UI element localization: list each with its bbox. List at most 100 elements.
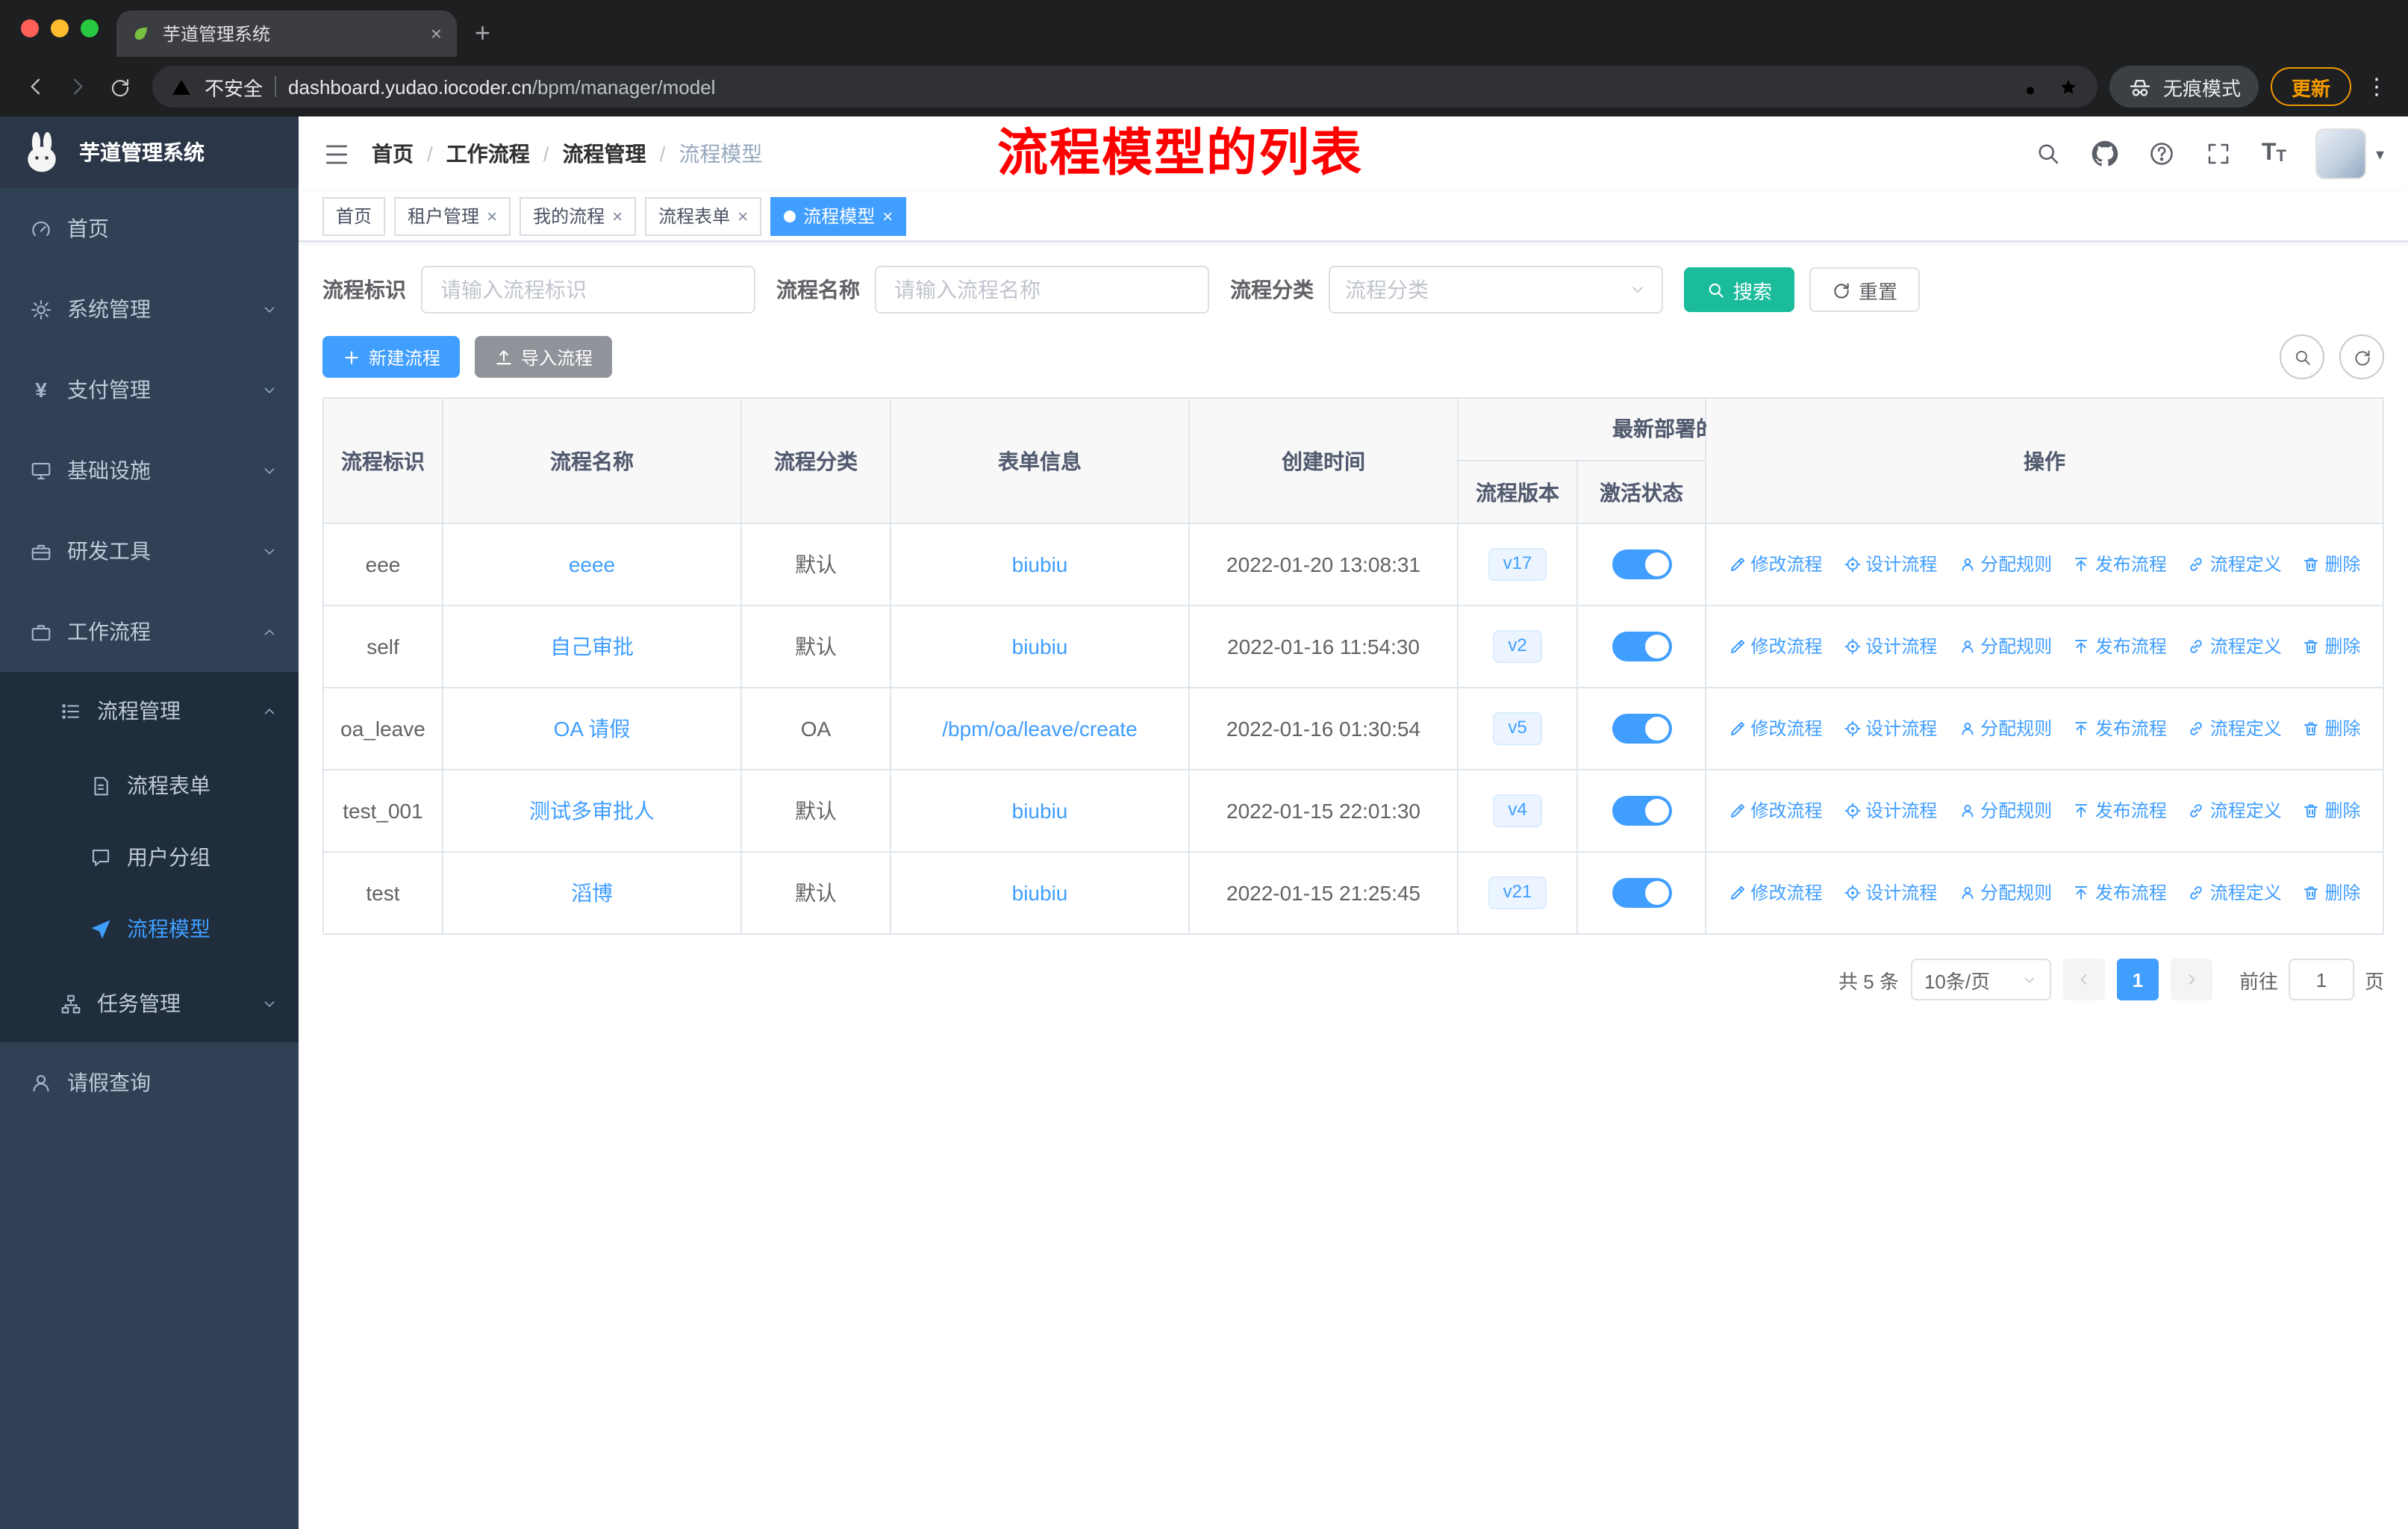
form-link[interactable]: biubiu [1012, 881, 1068, 905]
action-assign[interactable]: 分配规则 [1958, 634, 2052, 659]
tab-close-icon[interactable]: × [431, 22, 442, 45]
action-assign[interactable]: 分配规则 [1958, 552, 2052, 577]
forward-button[interactable] [57, 66, 99, 108]
back-button[interactable] [15, 66, 57, 108]
action-assign[interactable]: 分配规则 [1958, 716, 2052, 741]
action-edit[interactable]: 修改流程 [1728, 552, 1822, 577]
action-publish[interactable]: 发布流程 [2073, 634, 2167, 659]
tag-tenant[interactable]: 租户管理 × [394, 196, 511, 235]
browser-menu-button[interactable]: ⋮ [2360, 73, 2393, 100]
search-icon[interactable] [2035, 140, 2062, 167]
sidebar-item-task-mgmt[interactable]: 任务管理 [0, 965, 299, 1042]
key-icon[interactable] [2023, 75, 2045, 98]
tag-home[interactable]: 首页 [322, 196, 386, 235]
active-toggle[interactable] [1612, 549, 1671, 579]
process-name-link[interactable]: 测试多审批人 [529, 799, 655, 823]
reset-button[interactable]: 重置 [1809, 267, 1921, 312]
process-name-input[interactable] [875, 266, 1209, 314]
fullscreen-icon[interactable] [2205, 140, 2232, 167]
action-edit[interactable]: 修改流程 [1728, 716, 1822, 741]
refresh-table-button[interactable] [2339, 334, 2384, 379]
form-link[interactable]: biubiu [1012, 799, 1068, 823]
tag-my-process[interactable]: 我的流程 × [520, 196, 637, 235]
action-delete[interactable]: 删除 [2303, 552, 2361, 577]
tag-close-icon[interactable]: × [737, 205, 748, 226]
sidebar-item-home[interactable]: 首页 [0, 188, 299, 269]
help-icon[interactable] [2148, 140, 2175, 167]
hamburger-icon[interactable] [322, 140, 351, 168]
update-browser-button[interactable]: 更新 [2270, 67, 2351, 106]
page-size-select[interactable]: 10条/页 [1910, 959, 2051, 1000]
action-delete[interactable]: 删除 [2303, 634, 2361, 659]
action-design[interactable]: 设计流程 [1843, 798, 1937, 823]
address-bar[interactable]: 不安全 dashboard.yudao.iocoder.cn/bpm/manag… [152, 66, 2097, 108]
tag-close-icon[interactable]: × [882, 205, 893, 226]
next-page-button[interactable] [2170, 959, 2212, 1000]
action-definition[interactable]: 流程定义 [2188, 552, 2282, 577]
import-process-button[interactable]: 导入流程 [475, 336, 613, 378]
reload-button[interactable] [99, 66, 140, 108]
sidebar-item-leave-query[interactable]: 请假查询 [0, 1042, 299, 1123]
form-link[interactable]: biubiu [1012, 552, 1068, 576]
action-design[interactable]: 设计流程 [1843, 552, 1937, 577]
toggle-search-button[interactable] [2280, 334, 2324, 379]
action-design[interactable]: 设计流程 [1843, 716, 1937, 741]
bookmark-star-icon[interactable] [2057, 75, 2080, 98]
active-toggle[interactable] [1612, 796, 1671, 826]
action-publish[interactable]: 发布流程 [2073, 798, 2167, 823]
prev-page-button[interactable] [2062, 959, 2105, 1000]
tag-process-form[interactable]: 流程表单 × [645, 196, 762, 235]
process-id-input[interactable] [421, 266, 755, 314]
sidebar-item-process-mgmt[interactable]: 流程管理 [0, 672, 299, 750]
action-edit[interactable]: 修改流程 [1728, 798, 1822, 823]
maximize-window-button[interactable] [81, 19, 99, 37]
sidebar-item-infra[interactable]: 基础设施 [0, 430, 299, 511]
action-publish[interactable]: 发布流程 [2073, 880, 2167, 906]
active-toggle[interactable] [1612, 714, 1671, 744]
process-name-link[interactable]: 滔博 [571, 881, 613, 905]
action-design[interactable]: 设计流程 [1843, 634, 1937, 659]
action-definition[interactable]: 流程定义 [2188, 634, 2282, 659]
breadcrumb-item[interactable]: 工作流程 [446, 139, 530, 169]
browser-tab[interactable]: 芋道管理系统 × [116, 10, 457, 57]
action-delete[interactable]: 删除 [2303, 798, 2361, 823]
action-edit[interactable]: 修改流程 [1728, 634, 1822, 659]
sidebar-item-payment[interactable]: ¥ 支付管理 [0, 349, 299, 430]
action-design[interactable]: 设计流程 [1843, 880, 1937, 906]
tag-close-icon[interactable]: × [487, 205, 497, 226]
new-tab-button[interactable]: + [475, 19, 490, 46]
font-size-icon[interactable]: TT [2262, 141, 2286, 166]
sidebar-item-devtools[interactable]: 研发工具 [0, 511, 299, 591]
breadcrumb-item[interactable]: 首页 [372, 139, 414, 169]
action-definition[interactable]: 流程定义 [2188, 880, 2282, 906]
breadcrumb-item[interactable]: 流程管理 [563, 139, 646, 169]
close-window-button[interactable] [21, 19, 39, 37]
tag-process-model[interactable]: 流程模型 × [770, 196, 907, 235]
avatar[interactable] [2315, 128, 2367, 179]
process-name-link[interactable]: eeee [569, 552, 615, 576]
process-category-select[interactable]: 流程分类 [1329, 266, 1663, 314]
action-definition[interactable]: 流程定义 [2188, 716, 2282, 741]
goto-page-input[interactable] [2288, 959, 2354, 1000]
sidebar-item-process-model[interactable]: 流程模型 [0, 893, 299, 965]
form-link[interactable]: biubiu [1012, 635, 1068, 658]
process-name-link[interactable]: 自己审批 [550, 635, 634, 658]
process-name-link[interactable]: OA 请假 [554, 717, 631, 741]
tag-close-icon[interactable]: × [612, 205, 623, 226]
sidebar-item-system[interactable]: 系统管理 [0, 269, 299, 349]
sidebar-item-process-form[interactable]: 流程表单 [0, 750, 299, 821]
sidebar-item-user-group[interactable]: 用户分组 [0, 821, 299, 893]
action-assign[interactable]: 分配规则 [1958, 798, 2052, 823]
action-delete[interactable]: 删除 [2303, 716, 2361, 741]
search-button[interactable]: 搜索 [1684, 267, 1795, 312]
page-number-button[interactable]: 1 [2116, 959, 2159, 1000]
minimize-window-button[interactable] [51, 19, 69, 37]
create-process-button[interactable]: 新建流程 [322, 336, 461, 378]
github-icon[interactable] [2092, 140, 2118, 167]
form-link[interactable]: /bpm/oa/leave/create [942, 717, 1138, 741]
sidebar-item-workflow[interactable]: 工作流程 [0, 591, 299, 672]
user-menu[interactable]: ▾ [2315, 128, 2384, 179]
active-toggle[interactable] [1612, 632, 1671, 661]
action-publish[interactable]: 发布流程 [2073, 552, 2167, 577]
action-definition[interactable]: 流程定义 [2188, 798, 2282, 823]
